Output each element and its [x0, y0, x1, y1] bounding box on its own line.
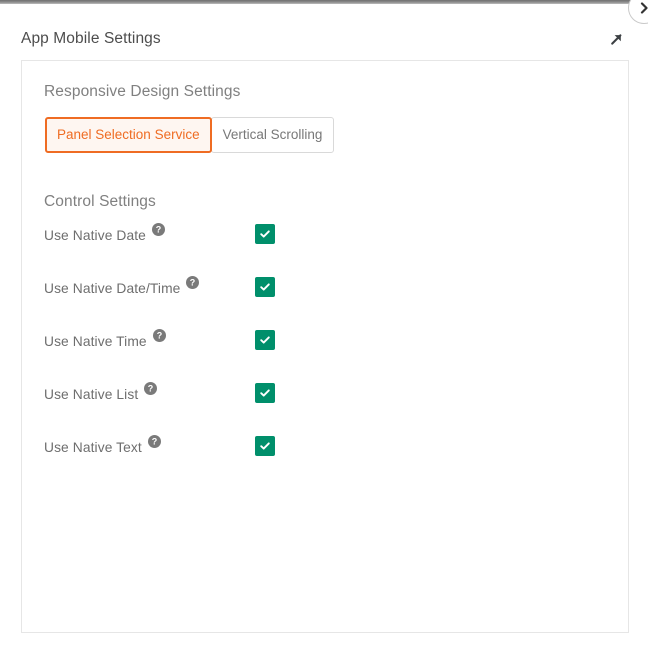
arrow-up-right-icon[interactable]	[606, 29, 626, 49]
control-row-use-native-date: Use Native Date ?	[44, 223, 294, 277]
control-row-use-native-list: Use Native List ?	[44, 382, 294, 436]
help-circle-icon[interactable]: ?	[152, 329, 166, 342]
control-label: Use Native Date/Time	[44, 281, 181, 296]
checkbox-use-native-time[interactable]	[255, 330, 275, 350]
checkbox-use-native-text[interactable]	[255, 436, 275, 456]
help-circle-icon[interactable]: ?	[144, 382, 158, 395]
chevron-right-icon	[638, 2, 648, 14]
svg-text:?: ?	[152, 437, 158, 447]
svg-text:?: ?	[148, 384, 154, 394]
control-settings-heading: Control Settings	[44, 193, 156, 210]
panel-header: App Mobile Settings	[0, 20, 648, 58]
control-row-use-native-time: Use Native Time ?	[44, 329, 294, 383]
checkbox-use-native-date-time[interactable]	[255, 277, 275, 297]
checkbox-use-native-date[interactable]	[255, 224, 275, 244]
control-settings-rows: Use Native Date ? Use Native Date/Time ?	[44, 223, 294, 489]
svg-text:?: ?	[156, 331, 162, 341]
responsive-design-tab-group: Panel Selection Service Vertical Scrolli…	[45, 117, 335, 153]
svg-text:?: ?	[156, 225, 162, 235]
control-label: Use Native List	[44, 387, 139, 402]
checkbox-use-native-list[interactable]	[255, 383, 275, 403]
page-title: App Mobile Settings	[21, 30, 161, 47]
control-label: Use Native Text	[44, 440, 142, 455]
control-label: Use Native Time	[44, 334, 147, 349]
svg-text:?: ?	[190, 278, 196, 288]
tab-vertical-scrolling[interactable]: Vertical Scrolling	[210, 117, 335, 153]
control-label: Use Native Date	[44, 228, 146, 243]
help-circle-icon[interactable]: ?	[147, 435, 161, 448]
help-circle-icon[interactable]: ?	[151, 223, 165, 236]
window-top-bar	[0, 0, 631, 4]
control-row-use-native-date-time: Use Native Date/Time ?	[44, 276, 294, 330]
tab-panel-selection-service[interactable]: Panel Selection Service	[45, 117, 212, 153]
help-circle-icon[interactable]: ?	[186, 276, 200, 289]
responsive-design-settings-heading: Responsive Design Settings	[44, 83, 241, 100]
settings-card: Responsive Design Settings Panel Selecti…	[21, 60, 629, 633]
control-row-use-native-text: Use Native Text ?	[44, 435, 294, 489]
